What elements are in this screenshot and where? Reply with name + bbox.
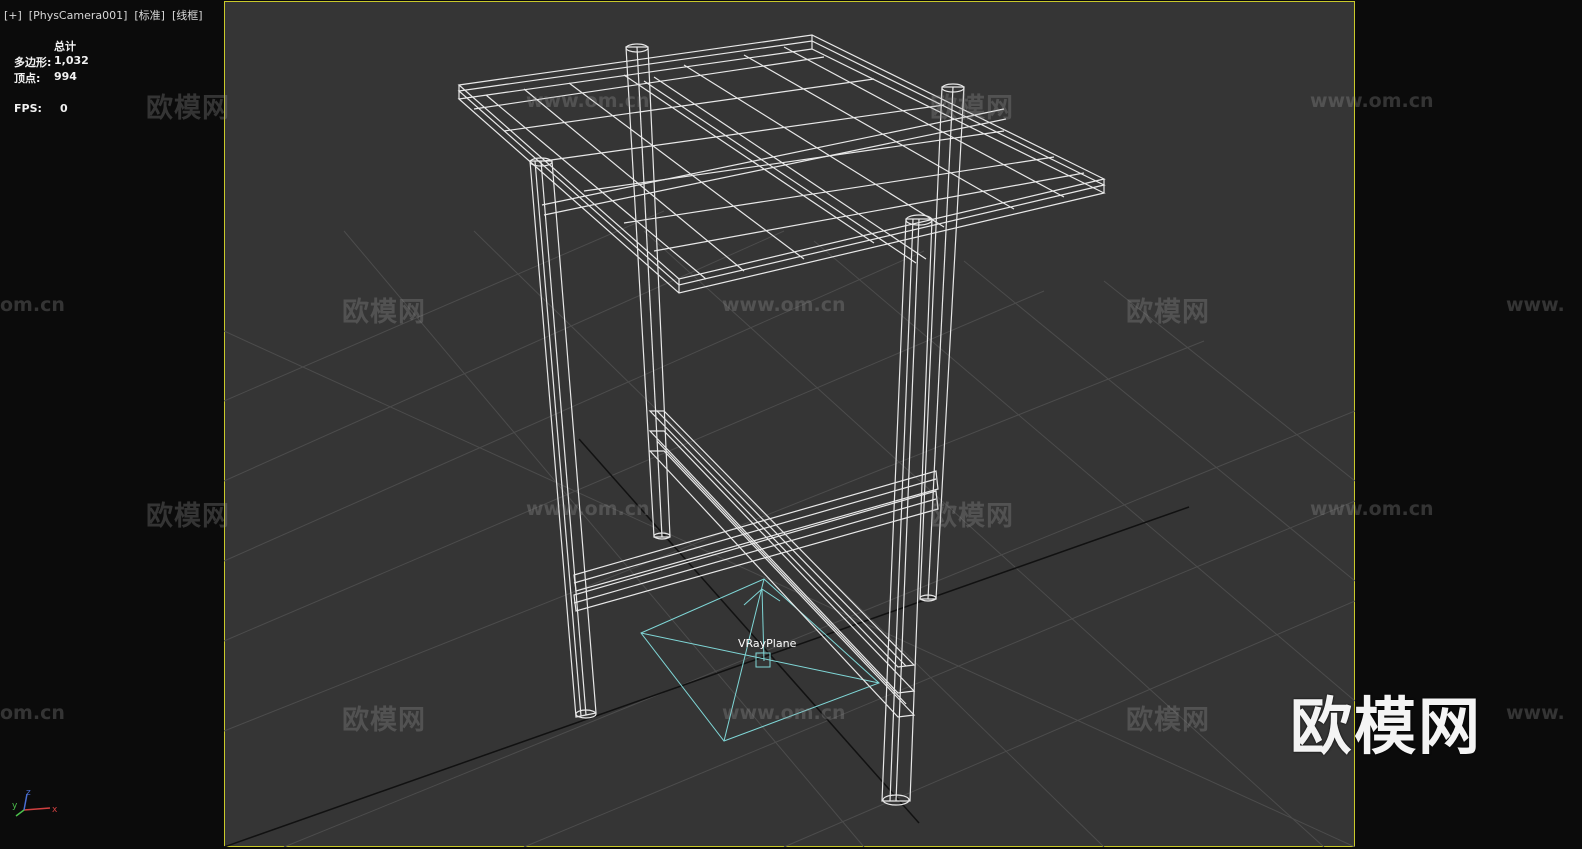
watermark-url: www.om.cn — [722, 294, 846, 316]
viewport-label[interactable]: [+] [PhysCamera001] [标准] [线框] — [4, 7, 203, 23]
watermark-brand: 欧模网 — [342, 705, 426, 736]
watermark-url-fragment: om.cn — [0, 702, 65, 724]
axis-gizmo-icon: x z y — [12, 788, 58, 817]
stretchers-wireframe — [573, 410, 939, 718]
stats-header: 总计 — [54, 40, 76, 53]
polygons-value: 1,032 — [54, 54, 89, 67]
brand-logo: 欧模网 — [1290, 690, 1483, 763]
watermark-url: www.om.cn — [526, 90, 650, 112]
vertices-label: 顶点: — [14, 72, 41, 85]
table-top-wireframe — [457, 34, 1106, 294]
watermark-url: www.om.cn — [722, 702, 846, 724]
watermark-brand: 欧模网 — [146, 93, 230, 124]
polygons-label: 多边形: — [14, 56, 52, 69]
watermark-brand: 欧模网 — [1126, 705, 1210, 736]
axis-z-label: z — [26, 788, 31, 798]
watermark-url: www.om.cn — [526, 498, 650, 520]
watermark-brand: 欧模网 — [146, 501, 230, 532]
fps-value: 0 — [60, 102, 68, 115]
vray-plane-label[interactable]: VRayPlane — [738, 637, 796, 650]
axis-y-label: y — [12, 801, 18, 811]
axis-x-label: x — [52, 805, 58, 815]
watermark-url-fragment: www. — [1506, 702, 1565, 724]
world-axes — [224, 438, 1190, 847]
watermark-brand: 欧模网 — [930, 501, 1014, 532]
watermark-url: www.om.cn — [1310, 90, 1434, 112]
watermark-url: www.om.cn — [1310, 498, 1434, 520]
watermark-brand: 欧模网 — [930, 93, 1014, 124]
vertices-value: 994 — [54, 70, 77, 83]
watermark-brand: 欧模网 — [1126, 297, 1210, 328]
watermark-brand: 欧模网 — [342, 297, 426, 328]
watermark-url-fragment: om.cn — [0, 294, 65, 316]
fps-label: FPS: — [14, 102, 42, 115]
watermark-url-fragment: www. — [1506, 294, 1565, 316]
